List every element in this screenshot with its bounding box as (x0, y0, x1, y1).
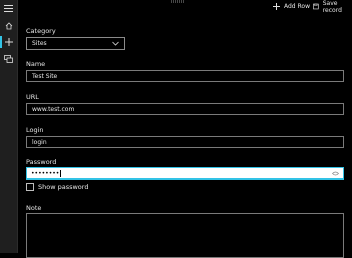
add-row-label: Add Row (284, 3, 311, 10)
nav-add-button[interactable] (0, 34, 17, 50)
nav-rail (0, 0, 18, 253)
login-label: Login (26, 126, 44, 134)
add-row-button[interactable]: Add Row (273, 0, 310, 13)
login-value: login (32, 138, 47, 146)
name-value: Test Site (32, 72, 58, 80)
reveal-password-icon[interactable] (332, 171, 339, 176)
text-cursor (60, 169, 62, 177)
records-icon (4, 55, 13, 63)
hamburger-menu-icon (4, 4, 13, 12)
name-input[interactable]: Test Site (26, 70, 344, 82)
category-label: Category (26, 27, 56, 35)
url-label: URL (26, 93, 39, 101)
home-icon (5, 22, 12, 30)
note-label: Note (26, 204, 42, 212)
plus-icon (4, 38, 13, 46)
nav-home-button[interactable] (0, 18, 17, 34)
plus-icon (273, 3, 280, 10)
drag-handle[interactable] (171, 0, 185, 3)
name-label: Name (26, 60, 46, 68)
note-textarea[interactable] (26, 213, 344, 258)
save-record-button[interactable]: Save record (313, 0, 352, 14)
url-value: www.test.com (32, 105, 75, 113)
hamburger-menu-button[interactable] (0, 0, 17, 16)
nav-records-button[interactable] (0, 51, 17, 67)
category-select[interactable]: Sites (26, 37, 125, 50)
password-input[interactable]: •••••••• (26, 167, 344, 180)
category-value: Sites (32, 40, 47, 47)
chevron-down-icon (112, 41, 119, 46)
show-password-label: Show password (38, 183, 89, 191)
password-label: Password (26, 158, 57, 166)
show-password-checkbox[interactable] (26, 183, 34, 191)
save-icon (313, 3, 319, 10)
url-input[interactable]: www.test.com (26, 103, 344, 115)
password-masked-value: •••••••• (31, 169, 60, 177)
save-record-label: Save record (322, 0, 342, 14)
login-input[interactable]: login (26, 136, 344, 148)
